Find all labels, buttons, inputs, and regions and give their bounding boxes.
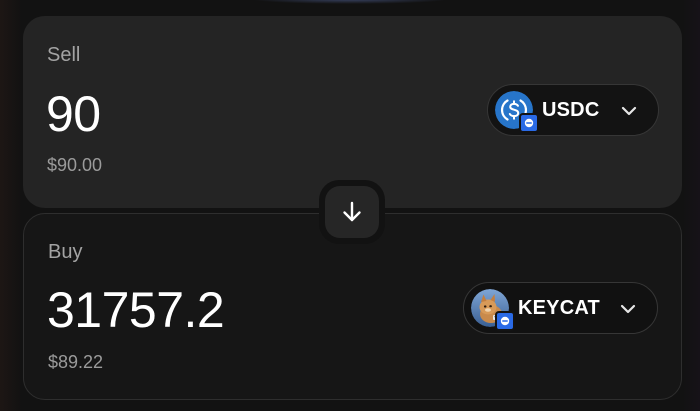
arrow-down-icon [343,201,361,222]
swap-button-frame [319,180,385,244]
sell-usd-value: $90.00 [47,155,103,175]
swap-direction-button[interactable] [325,186,379,238]
sell-token-selector[interactable]: USDC [487,84,659,136]
buy-amount-output[interactable]: 31757.2 [47,281,225,339]
sell-amount-input[interactable]: 90 [46,85,101,143]
top-glow [250,0,450,4]
left-edge-shade [0,0,22,411]
sell-token-symbol: USDC [542,99,600,121]
chain-badge-icon [495,311,515,331]
right-edge-shade [682,0,700,411]
chevron-down-icon [619,300,637,318]
buy-token-symbol: KEYCAT [518,297,600,319]
chevron-down-icon [620,102,638,120]
buy-usd-value: $89.22 [48,352,104,372]
buy-label: Buy [48,241,83,263]
sell-token-icon-wrap [495,91,539,133]
buy-token-icon-wrap [471,289,515,331]
sell-label: Sell [47,44,81,66]
buy-token-selector[interactable]: KEYCAT [463,282,658,334]
chain-badge-icon [519,113,539,133]
